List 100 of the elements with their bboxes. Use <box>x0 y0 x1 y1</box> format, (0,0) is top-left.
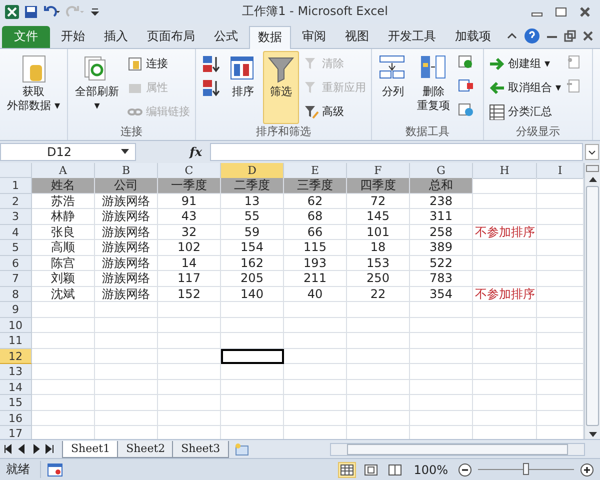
table-cell <box>32 380 95 396</box>
table-cell: 游族网络 <box>95 240 158 256</box>
redo-icon <box>66 4 86 19</box>
column-header[interactable]: I <box>537 162 584 179</box>
row-header[interactable]: 12 <box>0 348 32 364</box>
table-cell: 238 <box>410 194 473 210</box>
row-header[interactable]: 4 <box>0 224 32 240</box>
restore-icon[interactable] <box>554 6 568 18</box>
sheet-tab[interactable]: Sheet2 <box>117 440 174 458</box>
table-cell <box>347 410 410 426</box>
ribbon-button[interactable]: 分类汇总 <box>487 100 564 123</box>
zoom-level[interactable]: 100% <box>410 462 452 477</box>
table-cell <box>473 348 537 364</box>
column-header[interactable]: F <box>347 162 410 179</box>
ribbon-tab[interactable]: 视图 <box>337 26 377 48</box>
row-header[interactable]: 10 <box>0 318 32 334</box>
ribbon-button[interactable]: 排序 <box>225 50 262 124</box>
page-break-icon[interactable] <box>386 462 404 478</box>
ribbon-button[interactable]: 删除 重复项 <box>413 50 454 124</box>
table-cell <box>473 194 537 210</box>
active-cell <box>221 348 284 364</box>
ribbon-tab[interactable]: 开发工具 <box>380 26 444 48</box>
expand-icon[interactable] <box>585 144 599 160</box>
sheet-tab[interactable]: Sheet3 <box>172 440 230 458</box>
help-icon[interactable] <box>524 28 540 44</box>
scroll-up-icon[interactable] <box>588 174 598 183</box>
row-header[interactable]: 13 <box>0 364 32 380</box>
row-header[interactable]: 7 <box>0 271 32 287</box>
table-cell <box>158 318 221 334</box>
row-header[interactable]: 16 <box>0 410 32 426</box>
column-header[interactable]: D <box>221 162 284 179</box>
ribbon-tab[interactable]: 数据 <box>249 26 291 49</box>
subtotal-icon <box>489 104 506 120</box>
ribbon-button[interactable]: 筛选 <box>263 50 300 124</box>
row-header[interactable]: 3 <box>0 209 32 225</box>
ribbon-tab[interactable]: 审阅 <box>294 26 334 48</box>
row-header[interactable]: 6 <box>0 256 32 272</box>
formula-field[interactable] <box>210 142 583 161</box>
zoom-out-icon[interactable] <box>458 462 472 477</box>
close-icon[interactable] <box>578 6 592 18</box>
table-cell: 43 <box>158 209 221 225</box>
ribbon-tab[interactable]: 开始 <box>53 26 93 48</box>
zoom-in-icon[interactable] <box>580 462 594 477</box>
insert-function-button[interactable]: fx <box>190 144 208 159</box>
macro-record-icon[interactable] <box>47 462 63 477</box>
table-cell <box>95 318 158 334</box>
vertical-scrollbar[interactable] <box>584 162 600 440</box>
row-header[interactable]: 8 <box>0 286 32 302</box>
row-header[interactable]: 15 <box>0 395 32 411</box>
ribbon-button[interactable]: 全部刷新 ▾ <box>71 50 124 124</box>
table-cell <box>158 348 221 364</box>
ungroup-icon <box>489 80 506 96</box>
table-cell: 游族网络 <box>95 256 158 272</box>
table-cell <box>95 410 158 426</box>
table-cell: 林静 <box>32 209 95 225</box>
restore-icon[interactable] <box>564 30 576 42</box>
group-icon <box>489 56 506 72</box>
sheet-tab[interactable]: Sheet1 <box>62 440 120 458</box>
column-header[interactable]: A <box>32 162 95 179</box>
column-header[interactable]: H <box>473 162 537 179</box>
ribbon-button[interactable]: 获取 外部数据 ▾ <box>3 50 64 140</box>
row-header[interactable]: 1 <box>0 178 32 194</box>
ribbon-tab[interactable]: 页面布局 <box>139 26 203 48</box>
ribbon-button[interactable]: 高级 <box>301 100 368 123</box>
table-cell: 115 <box>284 240 347 256</box>
row-header[interactable]: 17 <box>0 426 32 440</box>
ribbon-button[interactable]: 分列 <box>375 50 412 124</box>
ribbon-tab[interactable]: 公式 <box>206 26 246 48</box>
ribbon-tab[interactable]: 文件 <box>2 26 50 48</box>
table-cell: 102 <box>158 240 221 256</box>
row-header[interactable]: 14 <box>0 380 32 396</box>
column-header[interactable]: G <box>410 162 473 179</box>
table-cell <box>473 380 537 396</box>
column-header[interactable]: C <box>158 162 221 179</box>
column-header[interactable]: B <box>95 162 158 179</box>
table-cell: 152 <box>158 286 221 302</box>
row-header[interactable]: 5 <box>0 240 32 256</box>
row-header[interactable]: 11 <box>0 333 32 349</box>
insert-sheet-icon[interactable] <box>233 442 252 456</box>
table-cell <box>158 364 221 380</box>
close-icon[interactable] <box>582 30 594 42</box>
undo-icon[interactable] <box>42 4 62 19</box>
table-cell: 游族网络 <box>95 271 158 287</box>
group-label: 数据工具 <box>404 124 451 140</box>
normal-view-icon[interactable] <box>338 462 356 478</box>
page-layout-icon[interactable] <box>362 462 380 478</box>
row-header[interactable]: 9 <box>0 302 32 318</box>
ribbon-button[interactable]: 取消组合 ▾ <box>487 76 564 99</box>
name-box[interactable]: D12 <box>0 142 136 161</box>
ribbon-button[interactable]: 连接 <box>125 52 192 75</box>
header-cell: 一季度 <box>158 178 221 194</box>
zoom-slider-handle[interactable] <box>523 463 529 476</box>
connection-icon <box>127 56 144 72</box>
row-header[interactable]: 2 <box>0 194 32 210</box>
ribbon-button[interactable]: 创建组 ▾ <box>487 52 564 75</box>
save-icon[interactable] <box>24 4 38 19</box>
horizontal-scrollbar[interactable] <box>330 442 585 456</box>
ribbon-tab[interactable]: 插入 <box>96 26 136 48</box>
column-header[interactable]: E <box>284 162 347 179</box>
ribbon-tab[interactable]: 加载项 <box>447 26 499 48</box>
